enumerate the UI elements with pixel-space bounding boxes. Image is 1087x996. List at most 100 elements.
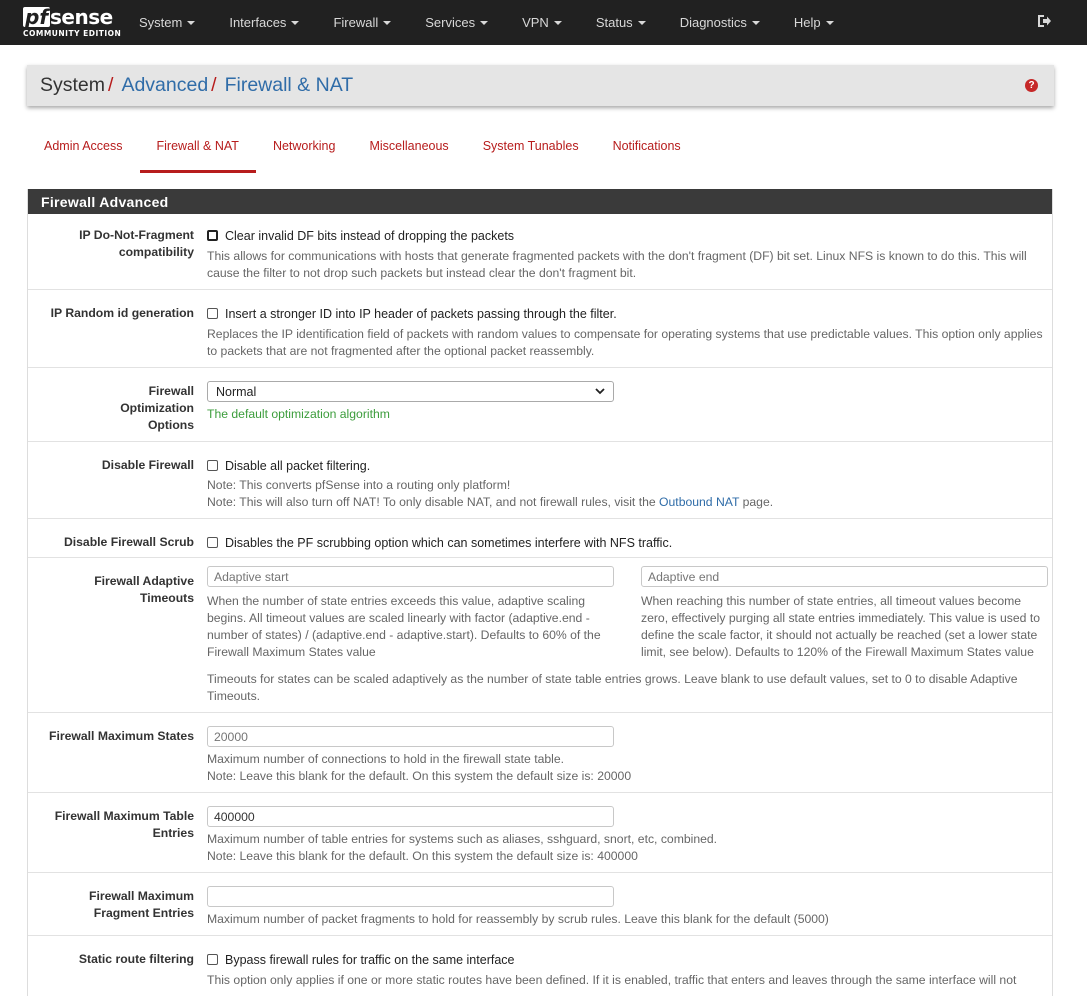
scrub-checkbox[interactable] bbox=[207, 537, 218, 548]
firewall-advanced-panel: Firewall Advanced IP Do-Not-Fragment com… bbox=[27, 189, 1053, 996]
nav-vpn[interactable]: VPN bbox=[505, 0, 579, 45]
help-text: This allows for communications with host… bbox=[207, 249, 1027, 280]
disable-firewall-checkbox[interactable] bbox=[207, 460, 218, 471]
nav-help[interactable]: Help bbox=[777, 0, 851, 45]
adaptive-start-input[interactable] bbox=[207, 566, 614, 587]
row-disable-scrub: Disable Firewall Scrub Disables the PF s… bbox=[28, 519, 1052, 558]
tab-system-tunables[interactable]: System Tunables bbox=[466, 131, 596, 173]
nav-services[interactable]: Services bbox=[408, 0, 505, 45]
caret-down-icon bbox=[187, 20, 196, 25]
static-route-checkbox[interactable] bbox=[207, 954, 218, 965]
main-menu: System Interfaces Firewall Services VPN … bbox=[122, 0, 851, 45]
row-disable-firewall: Disable Firewall Disable all packet filt… bbox=[28, 442, 1052, 519]
row-label: Disable Firewall Scrub bbox=[63, 535, 194, 549]
static-route-checkbox-line[interactable]: Bypass firewall rules for traffic on the… bbox=[207, 951, 1047, 968]
row-label: Disable Firewall bbox=[101, 458, 194, 472]
nav-label: Firewall bbox=[333, 15, 379, 30]
nav-firewall[interactable]: Firewall bbox=[316, 0, 408, 45]
help-text: Maximum number of table entries for syst… bbox=[207, 831, 1047, 865]
max-states-input[interactable] bbox=[207, 726, 614, 747]
nav-status[interactable]: Status bbox=[579, 0, 663, 45]
randid-checkbox-line[interactable]: Insert a stronger ID into IP header of p… bbox=[207, 305, 1047, 322]
checkbox-label: Disable all packet filtering. bbox=[225, 458, 371, 473]
nav-system[interactable]: System bbox=[122, 0, 212, 45]
checkbox-label: Insert a stronger ID into IP header of p… bbox=[225, 306, 617, 321]
help-text: Replaces the IP identification field of … bbox=[207, 327, 1043, 358]
breadcrumb-firewall-nat[interactable]: Firewall & NAT bbox=[225, 74, 354, 97]
scrub-checkbox-line[interactable]: Disables the PF scrubbing option which c… bbox=[207, 534, 1047, 551]
caret-down-icon bbox=[637, 20, 646, 25]
disable-firewall-checkbox-line[interactable]: Disable all packet filtering. bbox=[207, 457, 1047, 474]
randid-checkbox[interactable] bbox=[207, 308, 218, 319]
logo-sense: sense bbox=[50, 5, 113, 29]
breadcrumb-system: System bbox=[40, 74, 106, 96]
note-nat: Note: This will also turn off NAT! To on… bbox=[207, 494, 1047, 511]
row-label: Firewall Maximum Table Entries bbox=[54, 809, 194, 840]
pfsense-logo[interactable]: pf sense COMMUNITY EDITION bbox=[0, 7, 122, 38]
row-optimization: Firewall Optimization Options Normal The… bbox=[28, 368, 1052, 442]
note-text: page. bbox=[739, 495, 774, 509]
nav-label: VPN bbox=[522, 15, 549, 30]
breadcrumb: System / Advanced / Firewall & NAT ? bbox=[27, 65, 1054, 106]
row-max-fragment-entries: Firewall Maximum Fragment Entries Maximu… bbox=[28, 873, 1052, 936]
tab-admin-access[interactable]: Admin Access bbox=[27, 131, 140, 173]
tab-networking[interactable]: Networking bbox=[256, 131, 353, 173]
logo-pf: pf bbox=[23, 5, 51, 29]
tab-miscellaneous[interactable]: Miscellaneous bbox=[352, 131, 465, 173]
help-line: Maximum number of connections to hold in… bbox=[207, 752, 565, 766]
outbound-nat-link[interactable]: Outbound NAT bbox=[659, 495, 739, 509]
breadcrumb-separator: / bbox=[211, 74, 217, 96]
help-text: Note: This converts pfSense into a routi… bbox=[207, 477, 1047, 511]
help-text: Maximum number of connections to hold in… bbox=[207, 751, 1047, 785]
logo-edition: COMMUNITY EDITION bbox=[23, 29, 122, 38]
row-max-states: Firewall Maximum States Maximum number o… bbox=[28, 713, 1052, 793]
nav-interfaces[interactable]: Interfaces bbox=[212, 0, 316, 45]
nav-label: Services bbox=[425, 15, 476, 30]
nav-label: Help bbox=[793, 15, 821, 30]
df-checkbox-line[interactable]: Clear invalid DF bits instead of droppin… bbox=[207, 227, 1047, 244]
caret-down-icon bbox=[480, 20, 489, 25]
note-routing: Note: This converts pfSense into a routi… bbox=[207, 478, 511, 492]
help-line: Maximum number of table entries for syst… bbox=[207, 832, 718, 846]
tab-bar: Admin Access Firewall & NAT Networking M… bbox=[27, 131, 1087, 173]
breadcrumb-separator: / bbox=[108, 74, 114, 96]
row-label: Firewall Maximum Fragment Entries bbox=[89, 889, 194, 920]
help-text: When reaching this number of state entri… bbox=[641, 594, 1040, 659]
tab-firewall-nat[interactable]: Firewall & NAT bbox=[139, 131, 256, 173]
adaptive-end-input[interactable] bbox=[641, 566, 1048, 587]
tab-notifications[interactable]: Notifications bbox=[596, 131, 698, 173]
row-label: IP Do-Not-Fragment compatibility bbox=[79, 228, 194, 259]
help-text: When the number of state entries exceeds… bbox=[207, 594, 601, 659]
row-adaptive-timeouts: Firewall Adaptive Timeouts When the numb… bbox=[28, 558, 1052, 713]
panel-title: Firewall Advanced bbox=[28, 189, 1052, 214]
help-text: Timeouts for states can be scaled adapti… bbox=[207, 672, 1018, 703]
row-label: Firewall Optimization Options bbox=[120, 384, 194, 432]
optimization-select[interactable]: Normal bbox=[207, 381, 614, 402]
note-text: Note: This will also turn off NAT! To on… bbox=[207, 495, 660, 509]
breadcrumb-advanced[interactable]: Advanced bbox=[121, 74, 208, 97]
question-circle-icon[interactable]: ? bbox=[1025, 79, 1038, 92]
df-checkbox[interactable] bbox=[207, 230, 218, 241]
help-text: Maximum number of packet fragments to ho… bbox=[207, 912, 829, 926]
checkbox-label: Bypass firewall rules for traffic on the… bbox=[225, 952, 515, 967]
help-line: Note: Leave this blank for the default. … bbox=[207, 769, 632, 783]
caret-down-icon bbox=[291, 20, 300, 25]
caret-down-icon bbox=[825, 20, 834, 25]
checkbox-label: Clear invalid DF bits instead of droppin… bbox=[225, 228, 515, 243]
logout-icon[interactable] bbox=[1036, 13, 1052, 29]
row-label: Firewall Adaptive Timeouts bbox=[94, 574, 194, 605]
row-static-route-filtering: Static route filtering Bypass firewall r… bbox=[28, 936, 1052, 996]
row-label: Firewall Maximum States bbox=[49, 729, 194, 743]
nav-label: Status bbox=[595, 15, 633, 30]
nav-diagnostics[interactable]: Diagnostics bbox=[663, 0, 777, 45]
caret-down-icon bbox=[751, 20, 760, 25]
nav-label: System bbox=[139, 15, 183, 30]
max-fragment-entries-input[interactable] bbox=[207, 886, 614, 907]
row-df-compat: IP Do-Not-Fragment compatibility Clear i… bbox=[28, 214, 1052, 290]
max-table-entries-input[interactable] bbox=[207, 806, 614, 827]
help-line: Note: Leave this blank for the default. … bbox=[207, 849, 638, 863]
chevron-down-icon bbox=[595, 388, 605, 395]
row-label: IP Random id generation bbox=[50, 306, 194, 320]
top-navbar: pf sense COMMUNITY EDITION System Interfa… bbox=[0, 0, 1087, 45]
select-value: Normal bbox=[216, 384, 257, 399]
